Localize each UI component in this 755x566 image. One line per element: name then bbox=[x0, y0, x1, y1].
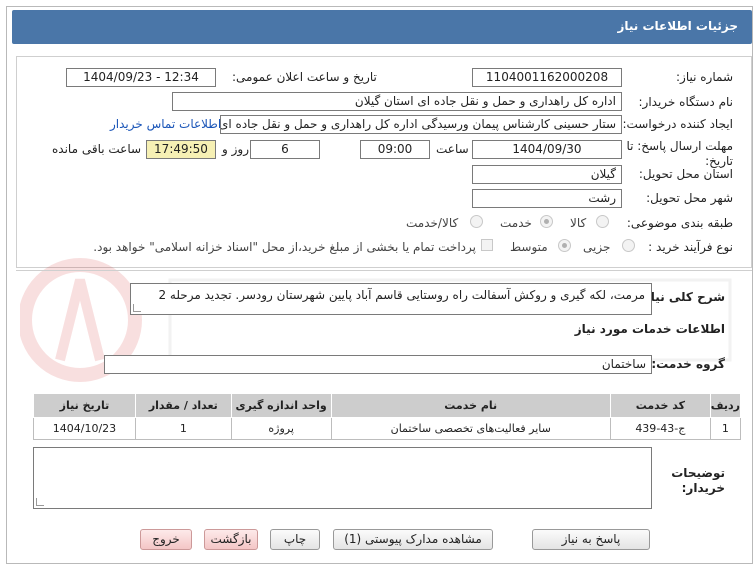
deadline-date-field[interactable]: 1404/09/30 bbox=[472, 140, 622, 159]
resize-handle-icon[interactable] bbox=[36, 498, 44, 506]
deadline-label: مهلت ارسال پاسخ: تا تاریخ: bbox=[626, 139, 733, 168]
cell-qty: 1 bbox=[134, 417, 232, 440]
resize-handle-icon[interactable] bbox=[133, 304, 141, 312]
table-row[interactable]: 1 ج-43-439 سایر فعالیت‌های تخصصی ساختمان… bbox=[33, 417, 742, 440]
buyer-notes-label: توضیحات خریدار: bbox=[671, 466, 725, 495]
remaining-time-field: 17:49:50 bbox=[146, 140, 216, 159]
requester-label: ایجاد کننده درخواست: bbox=[622, 117, 733, 131]
exit-button[interactable]: خروج bbox=[140, 529, 192, 550]
buyer-org-label: نام دستگاه خریدار: bbox=[638, 95, 734, 109]
col-name-header: نام خدمت bbox=[330, 393, 611, 418]
buyer-notes-textarea[interactable] bbox=[33, 447, 652, 509]
treasury-payment-note: پرداخت تمام یا بخشی از مبلغ خرید،از محل … bbox=[93, 240, 476, 254]
category-option-goods: کالا bbox=[570, 216, 587, 230]
category-option-service: خدمت bbox=[500, 216, 532, 230]
deadline-time-label: ساعت bbox=[436, 142, 469, 156]
days-field[interactable]: 6 bbox=[250, 140, 320, 159]
col-unit-header: واحد اندازه گیری bbox=[230, 393, 332, 418]
requester-field[interactable]: ستار حسینی کارشناس پیمان ورسیدگی اداره ک… bbox=[220, 115, 622, 134]
days-label: روز و bbox=[222, 142, 249, 156]
buyer-contact-link[interactable]: اطلاعات تماس خریدار bbox=[110, 117, 221, 131]
description-textarea[interactable]: مرمت، لکه گیری و روکش آسفالت راه روستایی… bbox=[130, 283, 652, 315]
remaining-time-label: ساعت باقی مانده bbox=[52, 142, 142, 156]
category-label: طبقه بندی موضوعی: bbox=[626, 216, 733, 230]
process-radio-minor[interactable] bbox=[622, 239, 635, 252]
need-number-label: شماره نیاز: bbox=[676, 70, 733, 84]
col-code-header: کد خدمت bbox=[609, 393, 711, 418]
services-section-title: اطلاعات خدمات مورد نیاز bbox=[574, 322, 725, 336]
cell-date: 1404/10/23 bbox=[33, 417, 136, 440]
category-radio-goods-service[interactable] bbox=[470, 215, 483, 228]
services-table: ردیف کد خدمت نام خدمت واحد اندازه گیری ت… bbox=[33, 393, 742, 440]
cell-row: 1 bbox=[709, 417, 742, 440]
city-field[interactable]: رشت bbox=[472, 189, 622, 208]
col-row-header: ردیف bbox=[709, 393, 742, 418]
col-date-header: تاریخ نیاز bbox=[33, 393, 136, 418]
deadline-time-field[interactable]: 09:00 bbox=[360, 140, 430, 159]
province-label: استان محل تحویل: bbox=[638, 167, 733, 181]
announce-date-field[interactable]: 1404/09/23 - 12:34 bbox=[66, 68, 216, 87]
cell-unit: پروژه bbox=[230, 417, 332, 440]
back-button[interactable]: بازگشت bbox=[204, 529, 258, 550]
category-option-goods-service: کالا/خدمت bbox=[406, 216, 459, 230]
description-text: مرمت، لکه گیری و روکش آسفالت راه روستایی… bbox=[158, 288, 645, 302]
category-radio-goods[interactable] bbox=[596, 215, 609, 228]
process-radio-medium[interactable] bbox=[558, 239, 571, 252]
print-button[interactable]: چاپ bbox=[270, 529, 320, 550]
city-label: شهر محل تحویل: bbox=[646, 191, 733, 205]
province-field[interactable]: گیلان bbox=[472, 165, 622, 184]
category-radio-service[interactable] bbox=[540, 215, 553, 228]
view-attachments-button[interactable]: مشاهده مدارک پیوستی (1) bbox=[333, 529, 493, 550]
treasury-payment-checkbox[interactable] bbox=[481, 239, 493, 251]
buyer-org-field[interactable]: اداره کل راهداری و حمل و نقل جاده ای است… bbox=[172, 92, 622, 111]
page-title: جزئیات اطلاعات نیاز bbox=[617, 19, 738, 33]
process-option-minor: جزیی bbox=[583, 240, 611, 254]
process-option-medium: متوسط bbox=[510, 240, 548, 254]
service-group-label: گروه خدمت: bbox=[651, 357, 725, 371]
process-type-label: نوع فرآیند خرید : bbox=[648, 240, 733, 254]
table-header-row: ردیف کد خدمت نام خدمت واحد اندازه گیری ت… bbox=[33, 393, 742, 418]
announce-date-label: تاریخ و ساعت اعلان عمومی: bbox=[232, 70, 377, 84]
cell-code: ج-43-439 bbox=[609, 417, 711, 440]
need-number-field[interactable]: 1104001162000208 bbox=[472, 68, 622, 87]
header-bar: جزئیات اطلاعات نیاز bbox=[12, 10, 752, 44]
reply-button[interactable]: پاسخ به نیاز bbox=[532, 529, 650, 550]
service-group-field[interactable]: ساختمان bbox=[104, 355, 652, 374]
cell-name: سایر فعالیت‌های تخصصی ساختمان bbox=[330, 417, 611, 440]
col-qty-header: تعداد / مقدار bbox=[134, 393, 232, 418]
